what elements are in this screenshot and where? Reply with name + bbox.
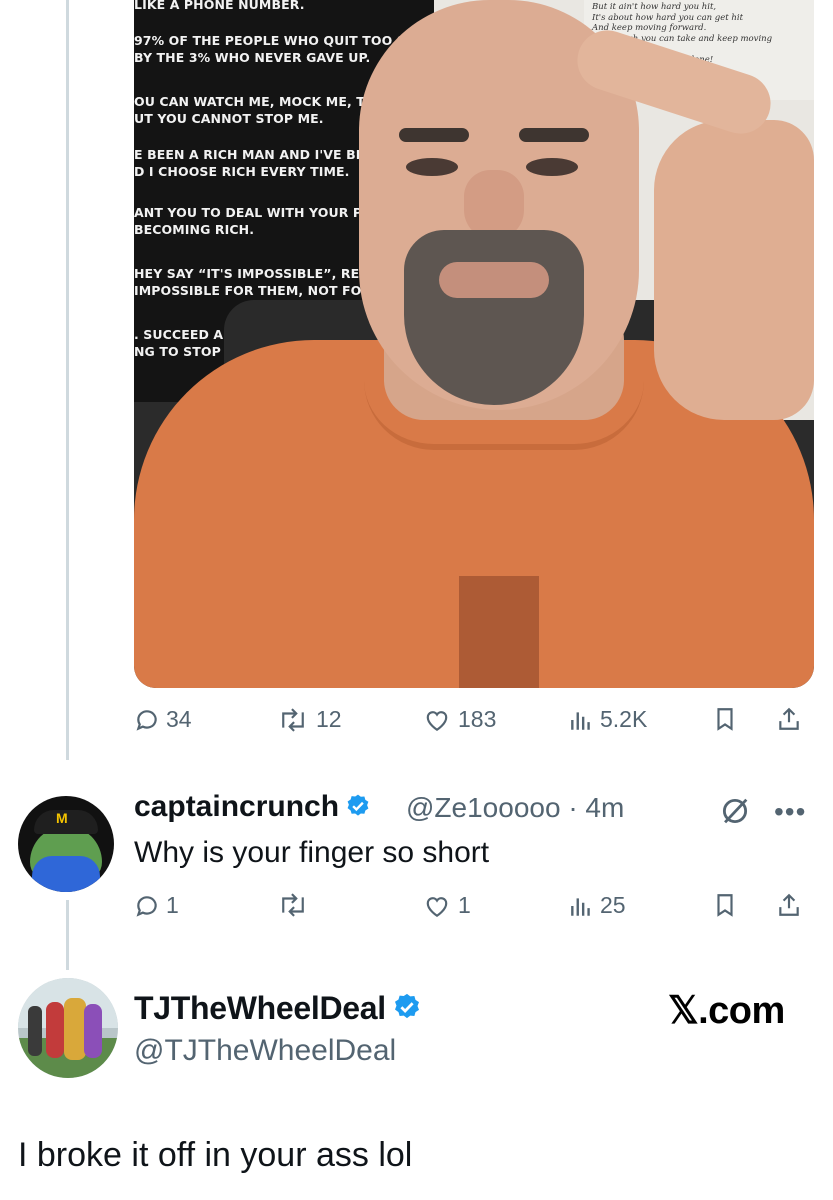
share-button[interactable]: [776, 706, 802, 732]
thread-line-top: [66, 0, 69, 760]
tj-tweet-text: I broke it off in your ass lol: [18, 1136, 413, 1174]
heart-icon: [422, 707, 452, 733]
poster-right-line: And keep moving forward.: [592, 23, 707, 33]
main-tweet-actions: 34 12 183 5.2K: [134, 706, 814, 742]
avatar-person: [84, 1004, 102, 1058]
reply-handle-time[interactable]: @Ze1ooooo · 4m: [406, 792, 624, 824]
reply-author[interactable]: captaincrunch: [134, 790, 371, 824]
photo-shirt-patch: [459, 576, 539, 688]
more-options-icon[interactable]: •••: [774, 796, 806, 828]
views-count: 5.2K: [600, 706, 648, 732]
photo-brow-right: [519, 128, 589, 142]
avatar-person: [46, 1002, 64, 1058]
reply-like-button[interactable]: 1: [422, 892, 471, 919]
x-com-watermark: 𝕏.com: [668, 990, 785, 1032]
tj-author[interactable]: TJTheWheelDeal: [134, 990, 422, 1027]
poster-right-line: It's about how hard you can get hit: [592, 12, 744, 23]
reply-button[interactable]: 34: [134, 706, 192, 733]
poster-line: LIKE A PHONE NUMBER.: [134, 0, 305, 12]
poster-line: D I CHOOSE RICH EVERY TIME.: [134, 164, 350, 179]
heart-icon: [422, 893, 452, 919]
poster-line: BY THE 3% WHO NEVER GAVE UP.: [134, 50, 371, 65]
poster-right-line: But it ain't how hard you hit,: [592, 2, 717, 12]
verified-badge-icon: [345, 793, 371, 819]
reply-bookmark-button[interactable]: [712, 892, 738, 918]
reply-reply-button[interactable]: 1: [134, 892, 179, 919]
avatar-shirt: [32, 856, 100, 892]
reply-avatar[interactable]: M: [18, 796, 114, 892]
poster-line: . SUCCEED ANI: [134, 327, 239, 342]
repost-button[interactable]: 12: [276, 706, 342, 733]
bookmark-button[interactable]: [712, 706, 738, 732]
avatar-cap-logo: M: [56, 810, 68, 826]
share-icon: [776, 706, 802, 732]
photo-eye-right: [526, 158, 578, 176]
tweet-photo[interactable]: But it ain't how hard you hit, It's abou…: [134, 0, 814, 688]
views-button[interactable]: 5.2K: [568, 706, 647, 733]
like-count: 183: [458, 706, 497, 732]
reply-actions: 1 1 25: [134, 892, 814, 928]
reply-icon: [134, 707, 160, 733]
grok-icon[interactable]: [718, 794, 752, 828]
reply-reply-count: 1: [166, 892, 179, 918]
bookmark-icon: [712, 706, 738, 732]
verified-badge-icon: [392, 992, 422, 1022]
reply-display-name[interactable]: captaincrunch: [134, 790, 339, 823]
avatar-person: [64, 998, 86, 1060]
photo-beard: [404, 230, 584, 405]
reply-count: 34: [166, 706, 192, 732]
photo-brow-left: [399, 128, 469, 142]
views-icon: [568, 893, 594, 919]
tj-handle[interactable]: @TJTheWheelDeal: [134, 1034, 396, 1068]
poster-line: NG TO STOP M: [134, 344, 238, 359]
reply-icon: [134, 893, 160, 919]
views-icon: [568, 707, 594, 733]
bookmark-icon: [712, 892, 738, 918]
thread-line-bottom: [66, 900, 69, 970]
reply-like-count: 1: [458, 892, 471, 918]
repost-icon: [276, 892, 310, 918]
avatar-person: [28, 1006, 42, 1056]
reply-repost-button[interactable]: [276, 892, 316, 918]
share-icon: [776, 892, 802, 918]
photo-mouth: [439, 262, 549, 298]
repost-count: 12: [316, 706, 342, 732]
tj-display-name[interactable]: TJTheWheelDeal: [134, 990, 386, 1026]
photo-eye-left: [406, 158, 458, 176]
reply-share-button[interactable]: [776, 892, 802, 918]
poster-line: BECOMING RICH.: [134, 222, 255, 237]
reply-views-count: 25: [600, 892, 626, 918]
repost-icon: [276, 707, 310, 733]
like-button[interactable]: 183: [422, 706, 496, 733]
poster-line: UT YOU CANNOT STOP ME.: [134, 111, 324, 126]
reply-views-button[interactable]: 25: [568, 892, 626, 919]
photo-hand: [654, 120, 814, 420]
tj-avatar[interactable]: [18, 978, 118, 1078]
reply-text: Why is your finger so short: [134, 836, 490, 869]
